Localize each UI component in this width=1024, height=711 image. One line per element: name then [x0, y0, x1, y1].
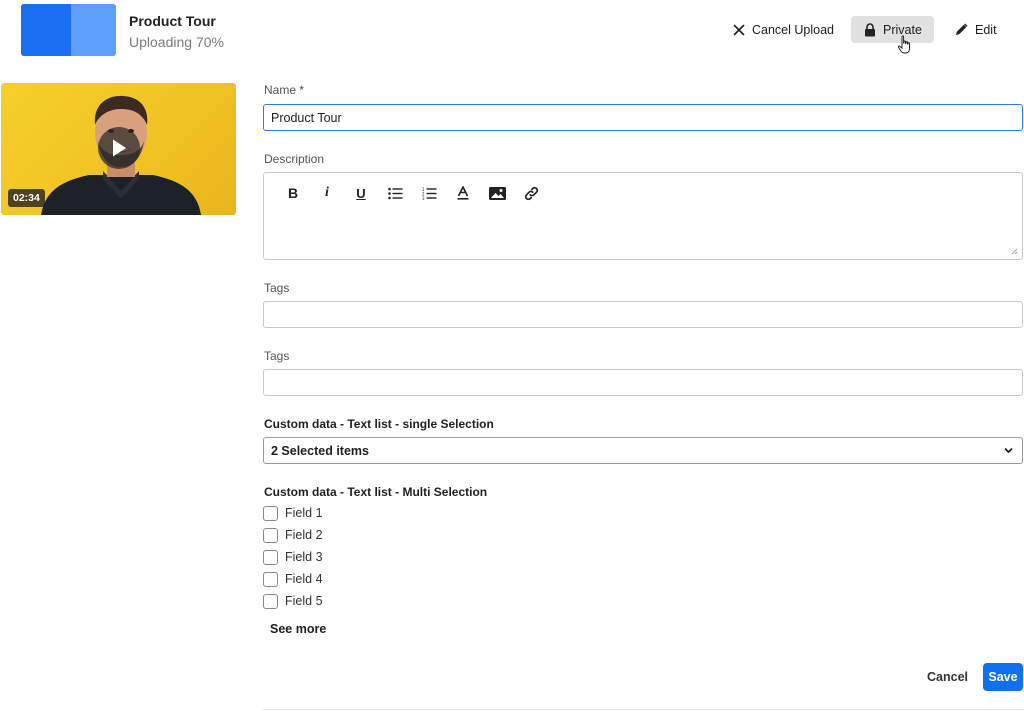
- single-select-dropdown[interactable]: 2 Selected items: [263, 437, 1023, 464]
- cancel-upload-label: Cancel Upload: [752, 22, 834, 37]
- checkbox[interactable]: [263, 549, 278, 565]
- bullet-list-icon[interactable]: [378, 184, 412, 202]
- video-duration: 02:34: [8, 189, 45, 207]
- multi-select-label: Custom data - Text list - Multi Selectio…: [264, 485, 488, 499]
- name-label: Name *: [264, 83, 305, 97]
- checkbox[interactable]: [263, 527, 278, 543]
- video-title: Product Tour: [129, 13, 216, 29]
- checkbox[interactable]: [263, 571, 278, 587]
- name-input-value: Product Tour: [271, 110, 342, 125]
- save-button[interactable]: Save: [983, 663, 1023, 691]
- checkbox-field-5[interactable]: Field 5: [263, 593, 323, 609]
- upload-progress-remaining: [71, 4, 116, 56]
- underline-icon[interactable]: U: [344, 184, 378, 202]
- single-select-label: Custom data - Text list - single Selecti…: [264, 417, 494, 431]
- image-icon[interactable]: [480, 184, 514, 202]
- cancel-upload-button[interactable]: Cancel Upload: [733, 16, 834, 43]
- italic-icon[interactable]: i: [310, 184, 344, 202]
- edit-label: Edit: [975, 22, 997, 37]
- upload-status: Uploading 70%: [129, 34, 224, 50]
- close-icon: [733, 24, 745, 36]
- upload-thumbnail: [21, 4, 116, 56]
- see-more-link[interactable]: See more: [270, 622, 326, 636]
- cancel-button[interactable]: Cancel: [927, 670, 968, 684]
- checkbox-field-2[interactable]: Field 2: [263, 527, 323, 543]
- checkbox-label: Field 4: [285, 572, 323, 586]
- checkbox-field-3[interactable]: Field 3: [263, 549, 323, 565]
- bold-icon[interactable]: B: [276, 184, 310, 202]
- checkbox-label: Field 2: [285, 528, 323, 542]
- svg-text:3: 3: [422, 196, 425, 200]
- checkbox[interactable]: [263, 505, 278, 521]
- numbered-list-icon[interactable]: 123: [412, 184, 446, 202]
- description-editor[interactable]: B i U 123: [263, 172, 1023, 260]
- editor-toolbar: B i U 123: [276, 184, 548, 202]
- text-color-icon[interactable]: [446, 184, 480, 202]
- checkbox-label: Field 3: [285, 550, 323, 564]
- tags-input-2[interactable]: [263, 369, 1023, 396]
- edit-button[interactable]: Edit: [955, 16, 997, 43]
- description-label: Description: [264, 152, 325, 166]
- checkbox[interactable]: [263, 593, 278, 609]
- tags-label-1: Tags: [264, 281, 290, 295]
- footer-divider: [263, 709, 1024, 710]
- checkbox-label: Field 5: [285, 594, 323, 608]
- pencil-icon: [955, 23, 968, 36]
- single-select-value: 2 Selected items: [271, 443, 369, 458]
- resize-handle-icon[interactable]: [1010, 247, 1018, 255]
- play-button[interactable]: [98, 127, 140, 169]
- name-input[interactable]: Product Tour: [263, 104, 1023, 131]
- private-button[interactable]: Private: [851, 16, 934, 43]
- link-icon[interactable]: [514, 184, 548, 202]
- chevron-down-icon: [1004, 447, 1013, 454]
- tags-input-1[interactable]: [263, 301, 1023, 328]
- header: Product Tour Uploading 70% Cancel Upload…: [0, 0, 1024, 62]
- hand-cursor-icon: [897, 35, 910, 54]
- lock-icon: [864, 22, 876, 37]
- checkbox-field-1[interactable]: Field 1: [263, 505, 323, 521]
- checkbox-label: Field 1: [285, 506, 323, 520]
- checkbox-field-4[interactable]: Field 4: [263, 571, 323, 587]
- video-thumbnail[interactable]: 02:34: [1, 83, 236, 215]
- play-icon: [113, 139, 126, 157]
- tags-label-2: Tags: [264, 349, 290, 363]
- title-block: Product Tour Uploading 70%: [129, 13, 224, 50]
- upload-progress-fill: [21, 4, 71, 56]
